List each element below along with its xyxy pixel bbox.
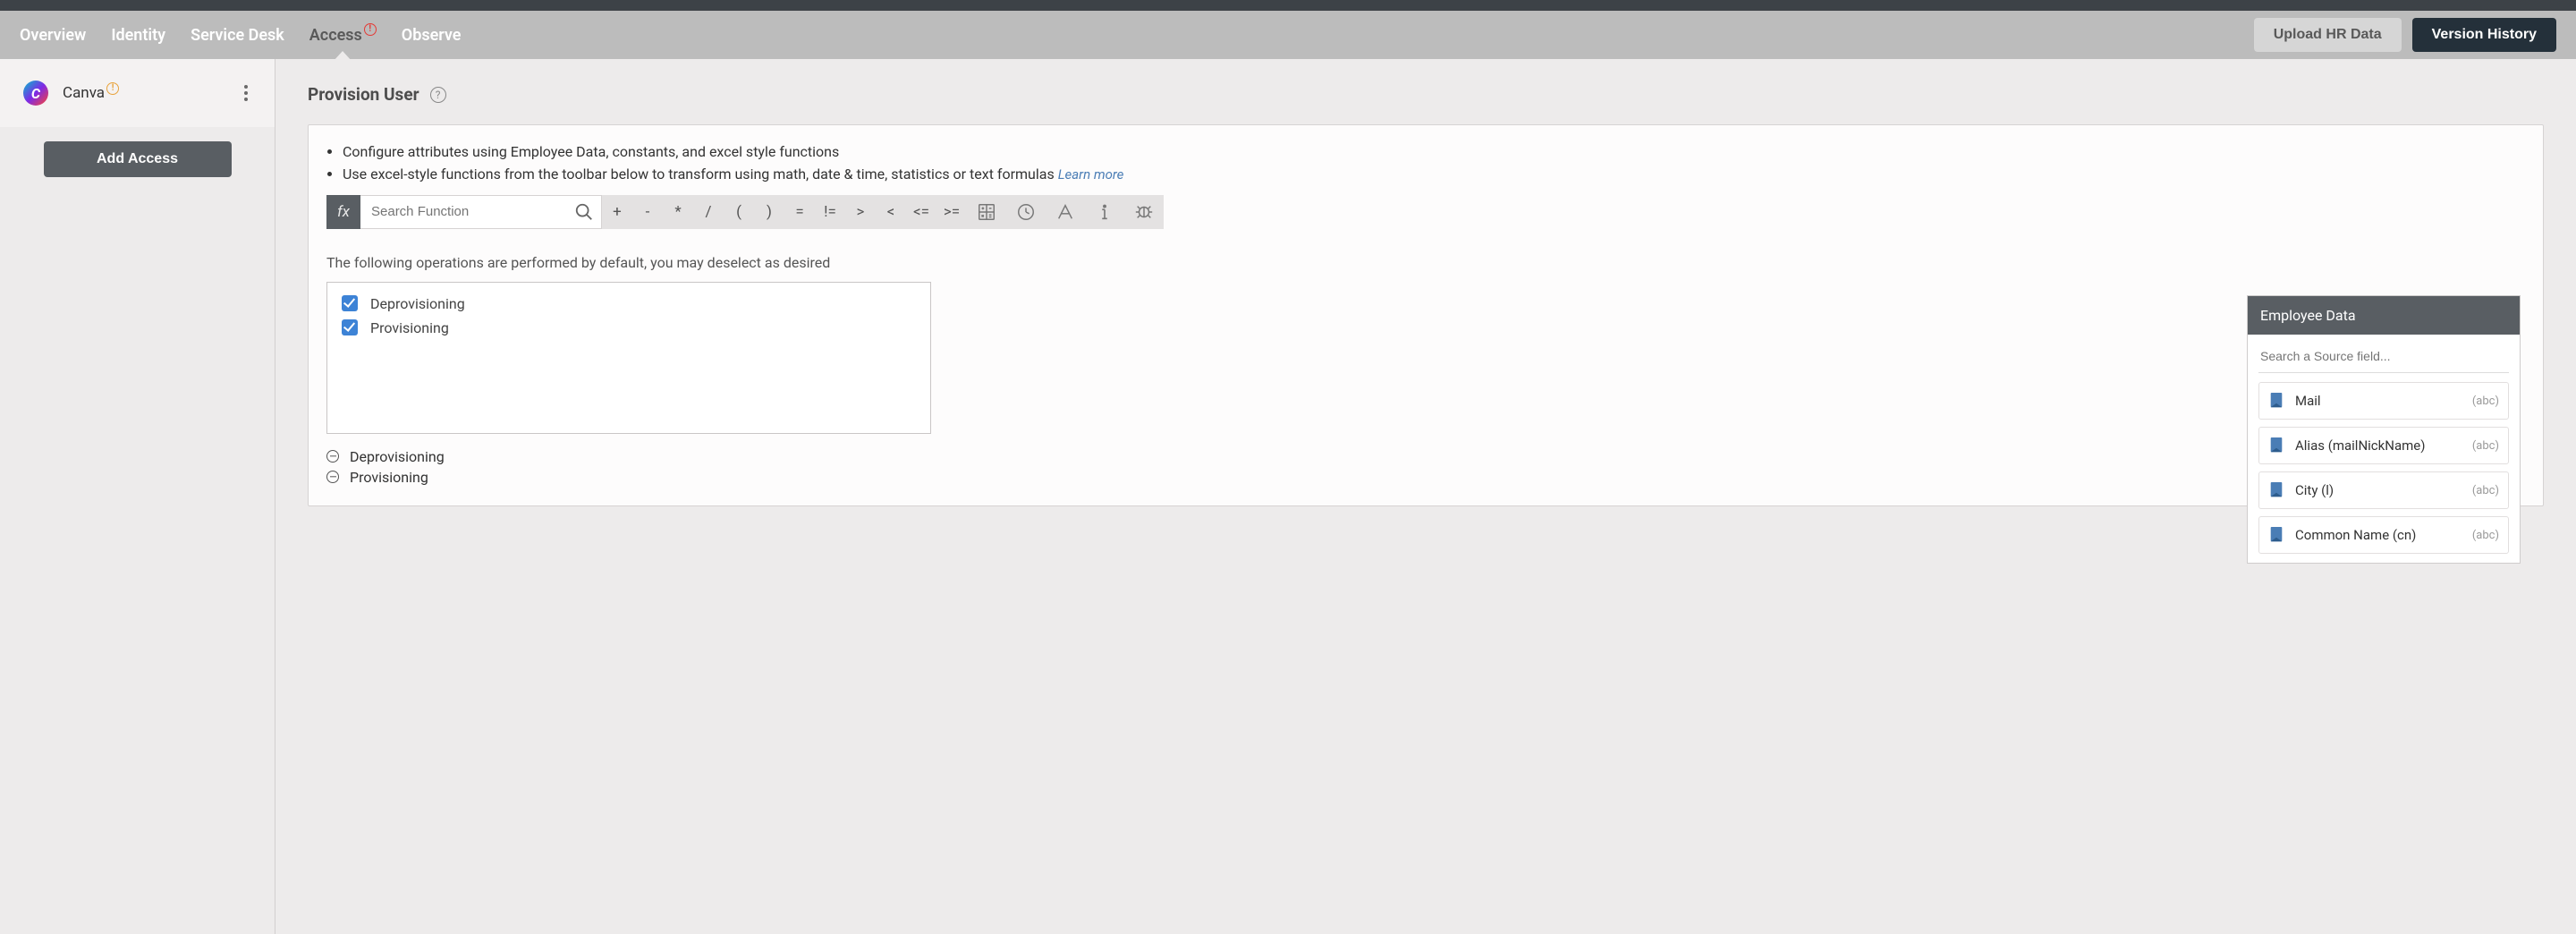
op-line-label: Deprovisioning (350, 448, 445, 465)
employee-data-title: Employee Data (2248, 296, 2520, 335)
bug-icon[interactable] (1124, 202, 1164, 222)
field-item-city[interactable]: City (l) (abc) (2258, 471, 2509, 509)
field-type: (abc) (2472, 529, 2499, 542)
employee-data-panel: Employee Data Mail (abc) Alias (mailNick… (2247, 295, 2521, 564)
info-icon[interactable] (1085, 202, 1124, 222)
field-item-cn[interactable]: Common Name (cn) (abc) (2258, 516, 2509, 554)
search-icon[interactable] (574, 202, 594, 222)
operator-divide[interactable]: / (693, 203, 724, 221)
canva-logo-icon: C (23, 81, 48, 106)
upload-hr-data-button[interactable]: Upload HR Data (2254, 18, 2402, 52)
operator-lte[interactable]: <= (906, 203, 936, 221)
formula-toolbar: fx + - * / ( ) = != > (326, 195, 2525, 229)
operations-hint: The following operations are performed b… (326, 254, 2525, 271)
config-panel: Configure attributes using Employee Data… (308, 124, 2544, 506)
field-type: (abc) (2472, 439, 2499, 453)
instruction-bullet: Configure attributes using Employee Data… (343, 141, 2525, 164)
field-type: (abc) (2472, 484, 2499, 497)
text-icon[interactable] (1046, 202, 1085, 222)
source-field-icon (2268, 526, 2284, 544)
checkbox-provisioning[interactable] (342, 319, 358, 335)
op-line-deprovisioning[interactable]: Deprovisioning (326, 448, 2525, 465)
operator-lt[interactable]: < (876, 203, 906, 221)
source-field-icon (2268, 392, 2284, 410)
field-item-mail[interactable]: Mail (abc) (2258, 382, 2509, 420)
source-field-icon (2268, 481, 2284, 499)
nav-tab-access-label: Access (309, 26, 362, 45)
instruction-bullet: Use excel-style functions from the toolb… (343, 164, 2525, 186)
field-type: (abc) (2472, 395, 2499, 408)
app-row-canva[interactable]: C Canva ! (0, 59, 275, 127)
app-name-label: Canva (63, 84, 105, 102)
operator-equals[interactable]: = (784, 203, 815, 221)
page-title: Provision User (308, 84, 419, 105)
operator-gt[interactable]: > (845, 203, 876, 221)
learn-more-link[interactable]: Learn more (1058, 166, 1124, 183)
checkbox-label: Provisioning (370, 319, 449, 336)
nav-tab-observe[interactable]: Observe (402, 26, 462, 45)
field-item-alias[interactable]: Alias (mailNickName) (abc) (2258, 427, 2509, 464)
nav-tab-overview[interactable]: Overview (20, 26, 86, 45)
source-field-icon (2268, 437, 2284, 454)
employee-field-list: Mail (abc) Alias (mailNickName) (abc) Ci… (2258, 382, 2509, 554)
fx-icon: fx (326, 195, 360, 229)
search-function-input[interactable] (360, 204, 574, 219)
collapse-icon (326, 450, 339, 463)
window-top-strip (0, 0, 2576, 11)
nav-tab-identity[interactable]: Identity (111, 26, 165, 45)
op-line-provisioning[interactable]: Provisioning (326, 469, 2525, 486)
top-navbar: Overview Identity Service Desk Access ! … (0, 11, 2576, 59)
employee-data-search-input[interactable] (2258, 344, 2509, 373)
operator-multiply[interactable]: * (663, 203, 693, 221)
main-content: Provision User ? Configure attributes us… (275, 59, 2576, 934)
checkbox-deprovisioning[interactable] (342, 295, 358, 311)
field-label: Common Name (cn) (2295, 527, 2416, 543)
checkbox-label: Deprovisioning (370, 295, 465, 312)
version-history-button[interactable]: Version History (2412, 18, 2556, 52)
calc-icon[interactable] (967, 202, 1006, 222)
active-tab-pointer-icon (334, 51, 352, 61)
operator-gte[interactable]: >= (936, 203, 967, 221)
instruction-bullet-text: Use excel-style functions from the toolb… (343, 166, 1055, 183)
clock-icon[interactable] (1006, 202, 1046, 222)
help-icon[interactable]: ? (430, 87, 446, 103)
field-label: Alias (mailNickName) (2295, 437, 2425, 454)
warning-badge-icon: ! (106, 82, 119, 95)
left-sidebar: C Canva ! Add Access (0, 59, 275, 934)
operator-close-paren[interactable]: ) (754, 203, 784, 221)
add-access-button[interactable]: Add Access (44, 141, 232, 177)
op-line-label: Provisioning (350, 469, 428, 486)
operator-open-paren[interactable]: ( (724, 203, 754, 221)
field-label: City (l) (2295, 482, 2334, 498)
collapse-icon (326, 471, 339, 483)
operator-minus[interactable]: - (632, 203, 663, 221)
search-function-field[interactable] (360, 195, 602, 229)
check-row-provisioning: Provisioning (342, 319, 916, 336)
operator-not-equals[interactable]: != (815, 203, 845, 221)
operations-box: Deprovisioning Provisioning (326, 282, 931, 434)
operator-plus[interactable]: + (602, 203, 632, 221)
nav-tab-access[interactable]: Access ! (309, 26, 377, 45)
field-label: Mail (2295, 393, 2321, 409)
alert-badge-icon: ! (364, 23, 377, 36)
kebab-menu-icon[interactable] (244, 85, 248, 101)
nav-tab-service-desk[interactable]: Service Desk (191, 26, 284, 45)
nav-tabs: Overview Identity Service Desk Access ! … (20, 26, 461, 45)
check-row-deprovisioning: Deprovisioning (342, 295, 916, 312)
